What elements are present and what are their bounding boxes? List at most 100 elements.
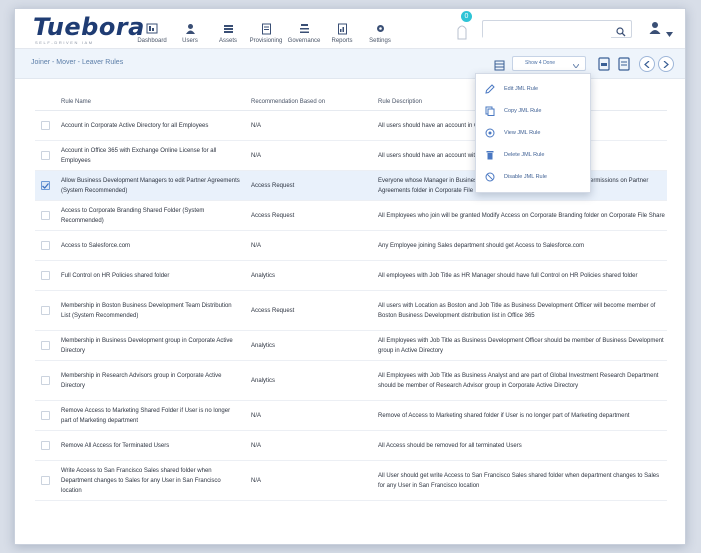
menu-item-edit[interactable]: Edit JML Rule bbox=[476, 78, 590, 100]
export-document-icon[interactable] bbox=[617, 57, 631, 71]
rule-name-cell: Membership in Research Advisors group in… bbox=[61, 372, 222, 389]
next-page-button[interactable] bbox=[658, 56, 674, 72]
row-checkbox[interactable] bbox=[40, 476, 50, 485]
previous-page-button[interactable] bbox=[639, 56, 655, 72]
filter-select[interactable]: Show 4 Done bbox=[512, 56, 586, 71]
nav-dashboard[interactable]: Dashboard bbox=[133, 13, 171, 47]
nav-reports-label: Reports bbox=[331, 38, 353, 44]
menu-item-disable[interactable]: Disable JML Rule bbox=[476, 166, 590, 188]
rule-name-cell: Account in Corporate Active Directory fo… bbox=[61, 122, 209, 129]
row-checkbox[interactable] bbox=[40, 341, 50, 350]
nav-users[interactable]: Users bbox=[171, 13, 209, 47]
app-tagline: SELF-DRIVEN IAM bbox=[35, 40, 94, 45]
app-logo[interactable]: Tuebora bbox=[33, 13, 145, 41]
app-window: Tuebora SELF-DRIVEN IAM Dashboard Users … bbox=[14, 8, 686, 545]
eye-icon bbox=[484, 127, 496, 139]
rule-name-cell: Remove Access to Marketing Shared Folder… bbox=[61, 407, 231, 424]
chevron-down-icon[interactable] bbox=[666, 24, 673, 42]
check-icon bbox=[41, 182, 49, 189]
recommendation-cell: N/A bbox=[251, 242, 262, 249]
rule-name-cell: Access to Corporate Branding Shared Fold… bbox=[61, 207, 205, 224]
column-header-recommendation[interactable]: Recommendation Based on bbox=[251, 91, 378, 110]
rule-name-cell: Access to Salesforce.com bbox=[61, 242, 131, 249]
menu-item-label: Disable JML Rule bbox=[504, 174, 547, 180]
row-checkbox[interactable] bbox=[40, 411, 50, 420]
export-pdf-icon[interactable] bbox=[597, 57, 611, 71]
main-nav: Dashboard Users Assets Provisioning Gove… bbox=[133, 13, 399, 47]
copy-icon bbox=[484, 105, 496, 117]
row-checkbox[interactable] bbox=[40, 211, 50, 220]
table-row[interactable]: Full Control on HR Policies shared folde… bbox=[35, 261, 667, 291]
rule-name-cell: Account in Office 365 with Exchange Onli… bbox=[61, 147, 217, 164]
table-row[interactable]: Membership in Business Development group… bbox=[35, 331, 667, 361]
nav-reports[interactable]: Reports bbox=[323, 13, 361, 47]
pencil-icon bbox=[484, 83, 496, 95]
table-row[interactable]: Access to Salesforce.com N/A Any Employe… bbox=[35, 231, 667, 261]
rule-description-cell: All Employees with Job Title as Business… bbox=[378, 337, 664, 354]
column-header-rule-name[interactable]: Rule Name bbox=[55, 91, 251, 110]
table-row[interactable]: Write Access to San Francisco Sales shar… bbox=[35, 461, 667, 501]
menu-item-label: Edit JML Rule bbox=[504, 86, 539, 92]
row-checkbox-checked[interactable] bbox=[40, 181, 50, 190]
nav-settings-label: Settings bbox=[369, 38, 391, 44]
table-row[interactable]: Membership in Research Advisors group in… bbox=[35, 361, 667, 401]
nav-dashboard-label: Dashboard bbox=[137, 38, 167, 44]
settings-icon bbox=[374, 22, 387, 35]
recommendation-cell: N/A bbox=[251, 442, 262, 449]
rule-name-cell: Write Access to San Francisco Sales shar… bbox=[61, 467, 221, 494]
row-checkbox[interactable] bbox=[40, 121, 50, 130]
row-checkbox[interactable] bbox=[40, 271, 50, 280]
nav-settings[interactable]: Settings bbox=[361, 13, 399, 47]
menu-item-view[interactable]: View JML Rule bbox=[476, 122, 590, 144]
recommendation-cell: N/A bbox=[251, 477, 262, 484]
dashboard-icon bbox=[146, 22, 159, 35]
row-checkbox[interactable] bbox=[40, 151, 50, 160]
rule-name-cell: Full Control on HR Policies shared folde… bbox=[61, 272, 170, 279]
provisioning-icon bbox=[260, 22, 273, 35]
rule-name-cell: Membership in Business Development group… bbox=[61, 337, 233, 354]
recommendation-cell: N/A bbox=[251, 152, 262, 159]
recommendation-cell: N/A bbox=[251, 122, 262, 129]
menu-item-copy[interactable]: Copy JML Rule bbox=[476, 100, 590, 122]
nav-provisioning-label: Provisioning bbox=[249, 38, 283, 44]
menu-item-label: Delete JML Rule bbox=[504, 152, 545, 158]
row-checkbox[interactable] bbox=[40, 241, 50, 250]
table-row[interactable]: Membership in Boston Business Developmen… bbox=[35, 291, 667, 331]
breadcrumb: Joiner - Mover - Leaver Rules bbox=[31, 59, 124, 66]
rule-name-cell: Remove All Access for Terminated Users bbox=[61, 442, 170, 449]
rule-description-cell: All Employees who join will be granted M… bbox=[378, 212, 665, 219]
recommendation-cell: Analytics bbox=[251, 272, 276, 279]
recommendation-cell: Analytics bbox=[251, 342, 276, 349]
row-checkbox[interactable] bbox=[40, 306, 50, 315]
row-checkbox[interactable] bbox=[40, 441, 50, 450]
table-row[interactable]: Access to Corporate Branding Shared Fold… bbox=[35, 201, 667, 231]
menu-item-delete[interactable]: Delete JML Rule bbox=[476, 144, 590, 166]
search-input[interactable] bbox=[483, 24, 611, 41]
trash-icon bbox=[484, 149, 496, 161]
row-checkbox[interactable] bbox=[40, 376, 50, 385]
menu-item-label: Copy JML Rule bbox=[504, 108, 542, 114]
user-icon[interactable] bbox=[649, 21, 661, 39]
rule-description-cell: Remove of Access to Marketing shared fol… bbox=[378, 412, 630, 419]
recommendation-cell: Analytics bbox=[251, 377, 276, 384]
filter-select-value: Show 4 Done bbox=[525, 60, 556, 66]
nav-governance[interactable]: Governance bbox=[285, 13, 323, 47]
search-icon[interactable] bbox=[616, 24, 626, 42]
search-box bbox=[482, 20, 632, 41]
assets-icon bbox=[222, 22, 235, 35]
reports-icon bbox=[336, 22, 349, 35]
nav-provisioning[interactable]: Provisioning bbox=[247, 13, 285, 47]
rule-description-cell: All users with Location as Boston and Jo… bbox=[378, 302, 656, 319]
table-row[interactable]: Remove Access to Marketing Shared Folder… bbox=[35, 401, 667, 431]
nav-assets[interactable]: Assets bbox=[209, 13, 247, 47]
disable-icon bbox=[484, 171, 496, 183]
table-row[interactable]: Remove All Access for Terminated Users N… bbox=[35, 431, 667, 461]
recommendation-cell: Access Request bbox=[251, 212, 295, 219]
recommendation-cell: Access Request bbox=[251, 182, 295, 189]
nav-governance-label: Governance bbox=[287, 38, 321, 44]
recommendation-cell: N/A bbox=[251, 412, 262, 419]
header-spacer bbox=[35, 91, 55, 110]
menu-item-label: View JML Rule bbox=[504, 130, 541, 136]
notification-badge: 0 bbox=[461, 11, 472, 22]
users-icon bbox=[184, 22, 197, 35]
